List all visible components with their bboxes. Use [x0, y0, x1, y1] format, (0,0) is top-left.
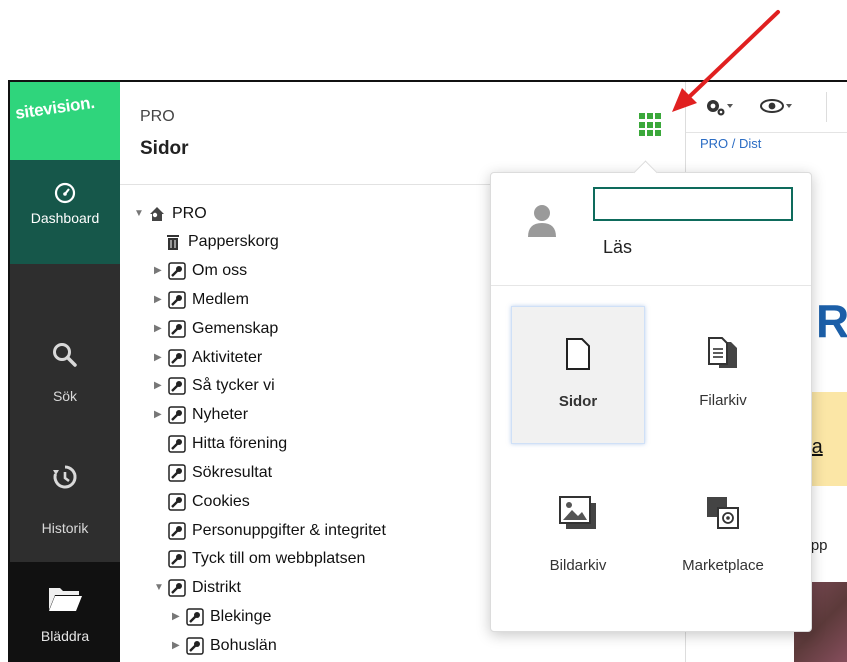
tree-node[interactable]: ▶ Om oss [154, 257, 247, 285]
collapse-arrow-icon[interactable]: ▶ [154, 315, 168, 343]
site-banner-logo: R [816, 295, 847, 347]
site-name: PRO [140, 108, 175, 125]
nav-history-label[interactable]: Historik [10, 520, 120, 540]
tree-node[interactable]: ▶ Blekinge [172, 603, 271, 631]
page-key-icon [168, 291, 186, 309]
tree-node[interactable]: ▶ Så tycker vi [154, 372, 275, 400]
collapse-arrow-icon[interactable]: ▶ [154, 344, 168, 372]
app-switcher-popup: Läs Sidor Filarkiv Bildarkiv Marketplace [490, 160, 812, 632]
page-key-icon [168, 579, 186, 597]
collapse-arrow-icon[interactable]: ▶ [172, 603, 186, 631]
tree-node[interactable]: ▼ Distrikt [154, 574, 241, 602]
collapse-arrow-icon[interactable]: ▶ [154, 401, 168, 429]
panel-header: PRO Sidor [120, 82, 685, 185]
marketplace-icon [707, 497, 739, 529]
nav-browse[interactable]: Bläddra [10, 562, 120, 662]
tile-bildarkiv[interactable]: Bildarkiv [511, 473, 645, 611]
tile-sidor[interactable]: Sidor [511, 306, 645, 444]
tile-filarkiv[interactable]: Filarkiv [656, 306, 790, 444]
collapse-arrow-icon[interactable]: ▶ [154, 286, 168, 314]
page-key-icon [168, 377, 186, 395]
page-key-icon [168, 493, 186, 511]
page-icon [566, 338, 590, 370]
tree-node[interactable]: ▶ Bohuslän [172, 632, 277, 660]
main-nav-rail: sitevision. Dashboard Sök Historik Blädd… [10, 82, 120, 662]
expand-arrow-icon[interactable]: ▼ [154, 574, 168, 602]
user-name-field[interactable] [593, 187, 793, 221]
eye-icon[interactable] [760, 96, 794, 118]
user-avatar-icon [528, 205, 556, 237]
editor-toolbar [686, 82, 847, 133]
dashboard-icon [54, 182, 76, 204]
page-key-icon [186, 608, 204, 626]
page-key-icon [168, 522, 186, 540]
tree-node[interactable]: Sökresultat [168, 459, 272, 487]
collapse-arrow-icon[interactable]: ▶ [154, 257, 168, 285]
nav-search-label[interactable]: Sök [10, 388, 120, 408]
folder-icon [49, 588, 82, 611]
page-key-icon [168, 435, 186, 453]
user-info: Läs [491, 173, 811, 286]
tree-node[interactable]: Tyck till om webbplatsen [168, 545, 365, 573]
history-icon [53, 465, 77, 489]
nav-search[interactable] [10, 264, 120, 388]
collapse-arrow-icon[interactable]: ▶ [154, 372, 168, 400]
tree-node[interactable]: ▶ Nyheter [154, 401, 248, 429]
tree-node[interactable]: ▶ Medlem [154, 286, 249, 314]
image-archive-icon [559, 496, 596, 529]
page-key-icon [168, 406, 186, 424]
search-icon [53, 343, 77, 367]
breadcrumb[interactable]: PRO / Dist [700, 136, 761, 151]
nav-dashboard[interactable]: Dashboard [10, 160, 120, 264]
panel-title: Sidor [140, 138, 189, 159]
page-key-icon [168, 550, 186, 568]
nav-history[interactable] [10, 464, 120, 490]
collapse-arrow-icon[interactable]: ▶ [172, 632, 186, 660]
file-archive-icon [708, 337, 737, 368]
gear-icon[interactable] [704, 96, 734, 118]
page-key-icon [168, 464, 186, 482]
tile-marketplace[interactable]: Marketplace [656, 473, 790, 611]
page-key-icon [168, 262, 186, 280]
tree-node[interactable]: Cookies [168, 488, 250, 516]
apps-grid-icon[interactable] [639, 113, 663, 137]
expand-arrow-icon[interactable]: ▼ [134, 200, 148, 228]
toolbar-divider [826, 92, 827, 122]
tree-node[interactable]: ▼ PRO [134, 200, 207, 228]
page-key-icon [186, 637, 204, 655]
tree-node[interactable]: Personuppgifter & integritet [168, 517, 386, 545]
sitevision-logo[interactable]: sitevision. [10, 82, 120, 160]
tree-node[interactable]: Hitta förening [168, 430, 287, 458]
page-key-icon [168, 320, 186, 338]
page-key-icon [168, 349, 186, 367]
tree-node[interactable]: Papperskorg [164, 228, 279, 256]
trash-icon [167, 234, 179, 250]
tree-node[interactable]: ▶ Aktiviteter [154, 344, 262, 372]
home-key-icon [150, 207, 164, 221]
tree-node[interactable]: ▶ Gemenskap [154, 315, 278, 343]
user-role: Läs [603, 237, 633, 257]
